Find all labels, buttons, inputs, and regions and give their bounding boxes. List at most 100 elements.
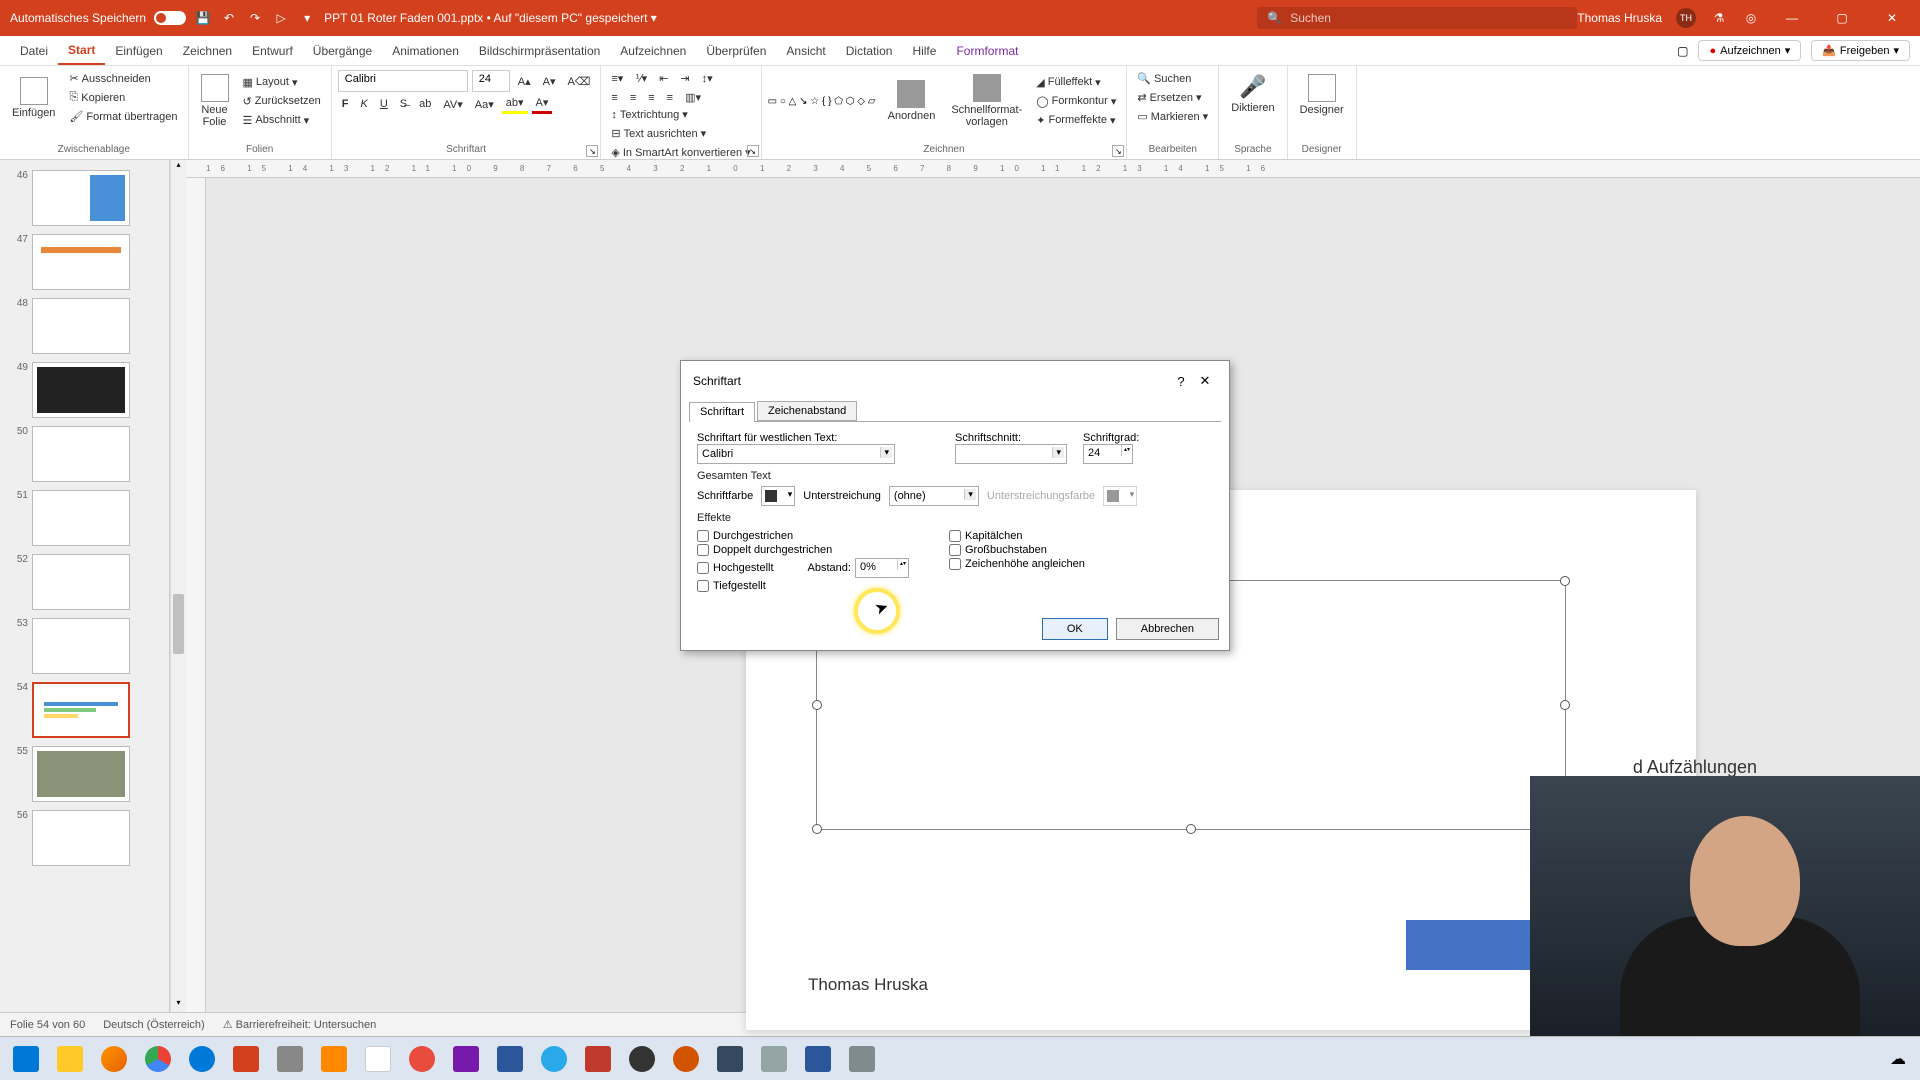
cut-button[interactable]: ✂ Ausschneiden [65,70,181,87]
increase-font-icon[interactable]: A▴ [514,73,535,90]
qat-more-icon[interactable]: ▾ [298,9,316,27]
western-font-combo[interactable]: Calibri [697,444,895,464]
share-button[interactable]: 📤Freigeben▾ [1811,40,1910,61]
align-center-icon[interactable]: ≡ [626,90,640,106]
tab-einfuegen[interactable]: Einfügen [105,38,172,64]
cancel-button[interactable]: Abbrechen [1116,618,1219,640]
tab-aufzeichnen[interactable]: Aufzeichnen [610,38,696,64]
edge-icon[interactable] [182,1041,222,1077]
app-icon-2[interactable] [270,1041,310,1077]
replace-button[interactable]: ⇄ Ersetzen ▾ [1133,89,1212,106]
shapes-gallery[interactable]: ▭ ○ △ ↘ ☆ { } ⬠ ⬡ ◇ ▱ [768,96,878,107]
drawing-dialog-launcher[interactable]: ↘ [1112,145,1124,157]
font-style-combo[interactable] [955,444,1067,464]
text-direction-button[interactable]: ↕ Textrichtung ▾ [607,106,754,123]
save-icon[interactable]: 💾 [194,9,212,27]
slide-thumbnail-56[interactable] [32,810,130,866]
user-avatar[interactable]: TH [1676,8,1696,28]
equalize-checkbox[interactable]: Zeichenhöhe angleichen [949,558,1085,570]
tab-ansicht[interactable]: Ansicht [776,38,835,64]
minimize-button[interactable]: ― [1774,0,1810,36]
app-icon-7[interactable] [622,1041,662,1077]
slide-thumbnail-50[interactable] [32,426,130,482]
blue-rectangle-shape[interactable] [1406,920,1536,970]
decrease-indent-icon[interactable]: ⇤ [655,70,672,87]
shadow-icon[interactable]: ab [415,96,435,112]
numbering-icon[interactable]: ⅟▾ [631,70,651,87]
slide-thumbnail-48[interactable] [32,298,130,354]
thumbnails-scrollbar[interactable]: ▴ ▾ [170,160,186,1012]
start-from-beginning-icon[interactable]: ▷ [272,9,290,27]
tray-weather-icon[interactable]: ☁ [1890,1049,1906,1069]
tab-ueberpruefen[interactable]: Überprüfen [696,38,776,64]
search-box[interactable]: 🔍 Suchen [1257,7,1577,29]
underline-color-picker[interactable] [1103,486,1137,506]
powerpoint-icon[interactable] [226,1041,266,1077]
dialog-help-button[interactable]: ? [1169,369,1193,393]
collapse-ribbon-icon[interactable]: ▢ [1677,44,1688,58]
undo-icon[interactable]: ↶ [220,9,238,27]
section-button[interactable]: ☰ Abschnitt ▾ [239,112,325,129]
app-icon-10[interactable] [754,1041,794,1077]
dictate-button[interactable]: 🎤Diktieren [1225,70,1280,118]
strikethrough-checkbox[interactable]: Durchgestrichen [697,530,909,542]
app-icon-11[interactable] [842,1041,882,1077]
bold-icon[interactable]: F [338,96,353,112]
tab-zeichnen[interactable]: Zeichnen [173,38,242,64]
dialog-tab-spacing[interactable]: Zeichenabstand [757,401,857,421]
tab-start[interactable]: Start [58,37,105,65]
onenote-icon[interactable] [446,1041,486,1077]
tab-dictation[interactable]: Dictation [836,38,903,64]
slide-thumbnail-47[interactable] [32,234,130,290]
tab-bildschirmpraesentation[interactable]: Bildschirmpräsentation [469,38,610,64]
bullets-icon[interactable]: ≡▾ [607,70,627,87]
font-color-icon[interactable]: A▾ [532,94,553,114]
designer-button[interactable]: Designer [1294,70,1350,120]
shape-fill-button[interactable]: ◢ Fülleffekt ▾ [1032,74,1120,91]
shape-effects-button[interactable]: ✦ Formeffekte ▾ [1032,112,1120,129]
offset-spinner[interactable]: 0% [855,558,909,578]
tab-hilfe[interactable]: Hilfe [902,38,946,64]
telegram-icon[interactable] [534,1041,574,1077]
app-icon-4[interactable] [402,1041,442,1077]
font-dialog-launcher[interactable]: ↘ [586,145,598,157]
tab-uebergaenge[interactable]: Übergänge [303,38,382,64]
align-text-button[interactable]: ⊟ Text ausrichten ▾ [607,125,754,142]
slide-counter[interactable]: Folie 54 von 60 [10,1019,85,1031]
app-icon-8[interactable] [666,1041,706,1077]
autosave-toggle[interactable] [154,11,186,25]
slide-thumbnail-55[interactable] [32,746,130,802]
columns-icon[interactable]: ▥▾ [681,89,705,106]
convert-smartart-button[interactable]: ◈ In SmartArt konvertieren ▾ [607,144,754,161]
start-button[interactable] [6,1041,46,1077]
clear-formatting-icon[interactable]: A⌫ [563,73,594,90]
subscript-checkbox[interactable]: Tiefgestellt [697,580,909,592]
change-case-icon[interactable]: Aa▾ [471,96,498,113]
dialog-close-button[interactable]: ✕ [1193,369,1217,393]
slide-thumbnail-49[interactable] [32,362,130,418]
underline-icon[interactable]: U [376,96,392,112]
char-spacing-icon[interactable]: AV▾ [439,96,466,113]
find-button[interactable]: 🔍 Suchen [1133,70,1212,87]
align-left-icon[interactable]: ≡ [607,90,621,106]
font-size-spinner[interactable]: 24 [1083,444,1133,464]
app-icon-3[interactable] [358,1041,398,1077]
select-button[interactable]: ▭ Markieren ▾ [1133,108,1212,125]
highlight-icon[interactable]: ab▾ [502,94,528,114]
reset-button[interactable]: ↺ Zurücksetzen [239,93,325,110]
slide-thumbnail-52[interactable] [32,554,130,610]
strikethrough-icon[interactable]: S̶ [396,96,411,112]
accessibility-status[interactable]: ⚠ Barrierefreiheit: Untersuchen [223,1018,377,1031]
quick-styles-button[interactable]: Schnellformat- vorlagen [945,70,1028,132]
paragraph-dialog-launcher[interactable]: ↘ [747,145,759,157]
chrome-icon[interactable] [138,1041,178,1077]
new-slide-button[interactable]: Neue Folie [195,70,235,132]
dialog-tab-font[interactable]: Schriftart [689,402,755,422]
app-icon-6[interactable] [578,1041,618,1077]
app-icon-5[interactable] [490,1041,530,1077]
file-explorer-icon[interactable] [50,1041,90,1077]
tab-datei[interactable]: Datei [10,38,58,64]
decrease-font-icon[interactable]: A▾ [539,73,560,90]
font-size-combo[interactable]: 24 [472,70,510,92]
superscript-checkbox[interactable]: Hochgestellt [697,562,774,574]
